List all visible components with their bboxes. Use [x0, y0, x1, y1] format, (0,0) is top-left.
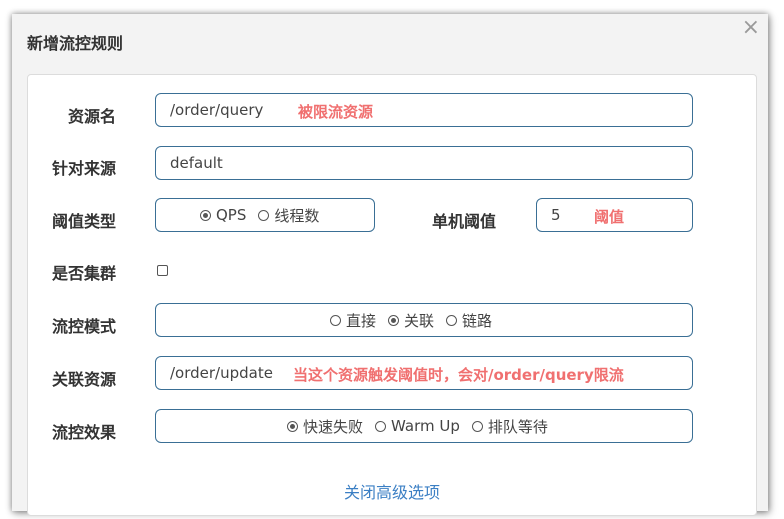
resource-label: 资源名	[68, 107, 117, 126]
radio-thread-count[interactable]: 线程数	[258, 205, 319, 226]
cluster-checkbox[interactable]	[157, 265, 168, 276]
radio-qps[interactable]: QPS	[200, 206, 246, 224]
radio-queue-wait[interactable]: 排队等待	[471, 416, 548, 437]
radio-chain[interactable]: 链路	[446, 310, 492, 331]
radio-unselected-icon	[446, 314, 458, 326]
radio-warm-up-label: Warm Up	[391, 417, 460, 435]
radio-related[interactable]: 关联	[388, 310, 434, 331]
radio-selected-icon	[388, 314, 400, 326]
radio-queue-wait-label: 排队等待	[487, 417, 548, 436]
radio-unselected-icon	[258, 209, 270, 221]
single-threshold-value: 5	[551, 206, 561, 224]
flow-rule-dialog: 新增流控规则 × 资源名 /order/query 被限流资源 针对来源 def…	[12, 14, 768, 516]
single-threshold-note: 阈值	[594, 208, 625, 226]
cluster-label: 是否集群	[52, 264, 117, 283]
radio-selected-icon	[287, 420, 298, 432]
origin-value: default	[170, 154, 223, 172]
single-threshold-input[interactable]: 5 阈值	[536, 198, 693, 232]
radio-qps-label: QPS	[216, 206, 247, 224]
control-mode-label: 流控模式	[52, 317, 117, 336]
radio-unselected-icon	[375, 420, 387, 432]
control-mode-group: 直接 关联 链路	[155, 303, 693, 337]
resource-input[interactable]: /order/query 被限流资源	[155, 93, 693, 127]
radio-direct[interactable]: 直接	[330, 310, 376, 331]
resource-note: 被限流资源	[298, 103, 374, 121]
radio-fast-fail-label: 快速失败	[303, 417, 364, 436]
related-resource-note: 当这个资源触发阈值时，会对/order/query限流	[293, 366, 624, 384]
origin-label: 针对来源	[52, 159, 117, 178]
effect-label: 流控效果	[52, 423, 117, 442]
radio-unselected-icon	[471, 420, 483, 432]
radio-fast-fail[interactable]: 快速失败	[287, 416, 363, 437]
radio-unselected-icon	[330, 314, 341, 326]
radio-chain-label: 链路	[462, 311, 493, 330]
related-resource-label: 关联资源	[52, 370, 117, 389]
threshold-type-label: 阈值类型	[52, 212, 117, 231]
radio-warm-up[interactable]: Warm Up	[375, 417, 460, 435]
related-resource-input[interactable]: /order/update 当这个资源触发阈值时，会对/order/query限…	[155, 356, 693, 390]
single-threshold-label: 单机阈值	[432, 212, 497, 231]
radio-related-label: 关联	[404, 311, 435, 330]
related-resource-value: /order/update	[170, 364, 273, 382]
effect-group: 快速失败 Warm Up 排队等待	[155, 409, 693, 443]
radio-thread-count-label: 线程数	[274, 206, 320, 225]
toggle-advanced-link[interactable]: 关闭高级选项	[28, 479, 756, 503]
radio-direct-label: 直接	[346, 311, 377, 330]
dialog-title: 新增流控规则	[27, 34, 124, 53]
origin-input[interactable]: default	[155, 146, 693, 180]
resource-value: /order/query	[170, 101, 264, 119]
radio-selected-icon	[200, 209, 211, 221]
form-panel: 资源名 /order/query 被限流资源 针对来源 default 阈值类型…	[27, 74, 757, 516]
threshold-type-group: QPS 线程数	[155, 198, 375, 232]
close-icon[interactable]: ×	[742, 14, 760, 42]
